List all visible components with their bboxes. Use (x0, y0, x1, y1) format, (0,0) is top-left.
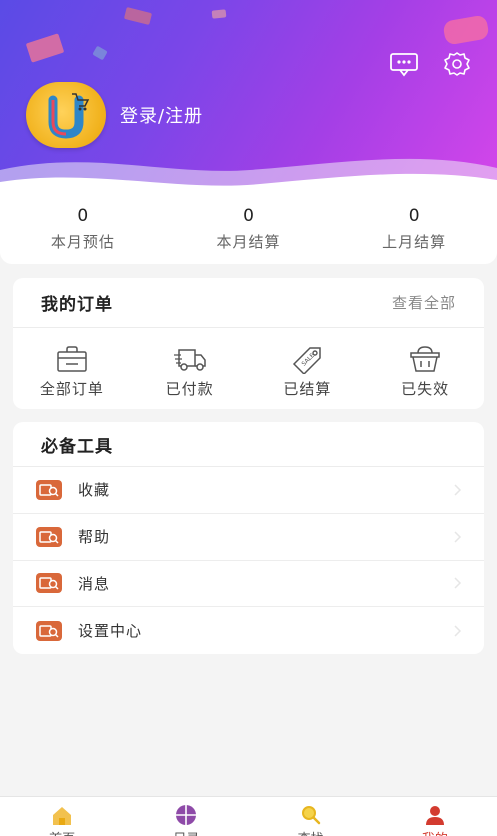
paid-orders-button[interactable]: 已付款 (131, 328, 249, 408)
stat-value: 0 (77, 206, 89, 226)
chevron-right-icon (454, 484, 462, 496)
basket-icon (410, 346, 440, 372)
tab-label: 首页 (0, 828, 124, 836)
folder-search-icon (36, 620, 62, 641)
tool-row-help[interactable]: 帮助 (13, 514, 484, 561)
stat-value: 0 (408, 206, 420, 226)
bottom-tab-bar: 首页 目录 查找 我的 (0, 796, 497, 836)
login-register-link[interactable]: 登录/注册 (120, 102, 203, 128)
tool-label: 收藏 (78, 481, 111, 500)
order-item-label: 全部订单 (39, 380, 104, 398)
user-icon (425, 806, 444, 825)
profile-header: 登录/注册 (0, 0, 497, 200)
chevron-right-icon (454, 577, 462, 589)
tools-header: 必备工具 (13, 422, 484, 467)
settings-button[interactable] (442, 50, 472, 78)
tab-label: 查找 (249, 828, 373, 836)
catalog-icon (176, 805, 197, 825)
avatar[interactable] (26, 82, 106, 148)
tab-mine[interactable]: 我的 (373, 797, 497, 836)
order-status-grid: 全部订单 已付款 SALE 已结算 已失效 (13, 328, 484, 408)
message-icon (390, 53, 418, 77)
home-icon (53, 807, 72, 825)
tab-label: 目录 (124, 828, 248, 836)
stat-label: 本月预估 (50, 233, 115, 251)
essential-tools-card: 必备工具 收藏 帮助 消息 设置中心 (13, 422, 484, 654)
stat-this-month-settled[interactable]: 0 本月结算 (166, 186, 332, 264)
app-logo-icon (48, 93, 90, 139)
order-item-label: 已失效 (401, 380, 450, 398)
message-button[interactable] (389, 50, 419, 78)
chevron-right-icon (454, 625, 462, 637)
stat-value: 0 (243, 206, 254, 226)
tool-label: 消息 (78, 574, 111, 593)
settled-orders-button[interactable]: SALE 已结算 (249, 328, 367, 408)
tab-label: 我的 (373, 828, 497, 836)
tab-catalog[interactable]: 目录 (124, 797, 248, 836)
tool-label: 帮助 (78, 528, 111, 547)
gear-icon (444, 52, 470, 76)
view-all-orders-link[interactable]: 查看全部 (392, 292, 456, 313)
order-item-label: 已付款 (165, 380, 214, 398)
orders-title: 我的订单 (41, 295, 113, 315)
all-orders-button[interactable]: 全部订单 (13, 328, 131, 408)
order-item-label: 已结算 (283, 380, 332, 398)
stat-label: 本月结算 (216, 233, 281, 251)
folder-search-icon (36, 479, 62, 500)
sale-tag-icon: SALE (293, 347, 322, 374)
tab-home[interactable]: 首页 (0, 797, 124, 836)
tool-row-messages[interactable]: 消息 (13, 561, 484, 608)
chevron-right-icon (454, 531, 462, 543)
folder-search-icon (36, 526, 62, 547)
tool-row-favorites[interactable]: 收藏 (13, 467, 484, 514)
stat-this-month-estimate[interactable]: 0 本月预估 (0, 186, 166, 264)
orders-header: 我的订单 查看全部 (13, 278, 484, 328)
tab-search[interactable]: 查找 (249, 797, 373, 836)
shopping-bag-icon (57, 346, 87, 372)
delivery-truck-icon (173, 349, 206, 371)
tools-title: 必备工具 (41, 436, 113, 457)
expired-orders-button[interactable]: 已失效 (366, 328, 484, 408)
tool-row-settings-center[interactable]: 设置中心 (13, 607, 484, 654)
search-icon (301, 806, 320, 825)
earnings-summary: 0 本月预估 0 本月结算 0 上月结算 (0, 186, 497, 264)
tool-label: 设置中心 (78, 622, 143, 641)
folder-search-icon (36, 573, 62, 594)
my-orders-card: 我的订单 查看全部 全部订单 已付款 SALE 已结算 已失效 (13, 278, 484, 409)
stat-label: 上月结算 (382, 233, 447, 251)
stat-last-month-settled[interactable]: 0 上月结算 (331, 186, 497, 264)
